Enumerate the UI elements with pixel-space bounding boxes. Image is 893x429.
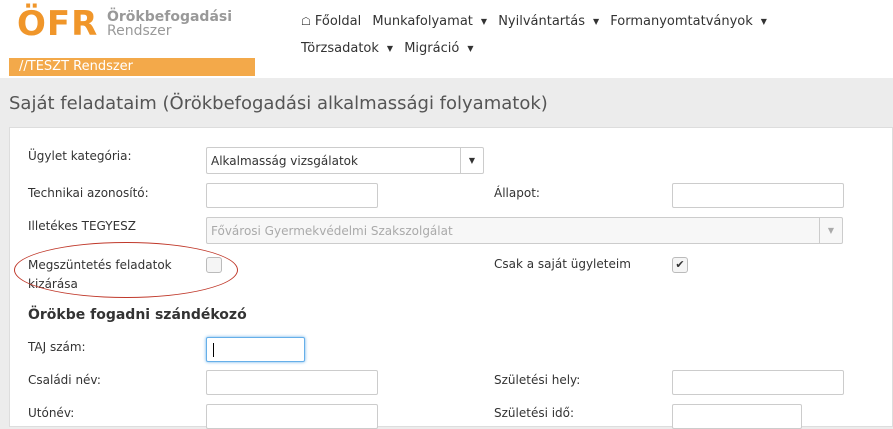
home-icon: ☖	[301, 15, 311, 28]
nav-nyilvantartas[interactable]: Nyilvántartás ▼	[498, 8, 599, 35]
nav-migracio[interactable]: Migráció ▼	[404, 35, 473, 62]
utonev-input[interactable]	[206, 404, 378, 429]
szuletesi-hely-input[interactable]	[672, 370, 844, 395]
nav-formanyomtatvanyok[interactable]: Formanyomtatványok ▼	[610, 8, 767, 35]
sajat-ugyleteim-checkbox[interactable]: ✔	[672, 257, 688, 273]
tegyesz-select: Fővárosi Gyermekvédelmi Szakszolgálat ▼	[206, 217, 843, 244]
nav-torzsadatok[interactable]: Törzsadatok ▼	[301, 35, 393, 62]
utonev-label: Utónév:	[28, 406, 75, 420]
environment-banner: //TESZT Rendszer	[9, 58, 255, 76]
main-nav: ☖ Főoldal Munkafolyamat ▼ Nyilvántartás ▼ F…	[301, 8, 841, 62]
nav-label: Munkafolyamat	[372, 14, 473, 29]
tech-azon-input[interactable]	[206, 183, 378, 208]
sajat-ugyleteim-label: Csak a saját ügyleteim	[494, 257, 631, 271]
top-bar: ÖFR Örökbefogadási Rendszer //TESZT Rend…	[0, 0, 893, 78]
section-title: Örökbe fogadni szándékozó	[28, 307, 247, 323]
csaladi-nev-input[interactable]	[206, 370, 378, 395]
allapot-input[interactable]	[672, 183, 844, 208]
nav-label: Nyilvántartás	[498, 14, 585, 29]
ugylet-select-value: Alkalmasság vizsgálatok	[211, 154, 358, 168]
szuletesi-ido-input[interactable]	[672, 404, 802, 429]
logo-subtitle-2: Rendszer	[107, 23, 172, 39]
nav-munkafolyamat[interactable]: Munkafolyamat ▼	[372, 8, 487, 35]
text-cursor	[213, 343, 214, 357]
nav-home-label: Főoldal	[314, 14, 362, 29]
nav-home[interactable]: ☖ Főoldal	[301, 8, 361, 35]
csaladi-nev-label: Családi név:	[28, 373, 101, 387]
caret-down-icon: ▼	[480, 17, 488, 26]
ugylet-select[interactable]: Alkalmasság vizsgálatok ▼	[206, 147, 484, 174]
page-title: Saját feladataim (Örökbefogadási alkalma…	[9, 93, 548, 114]
caret-down-icon: ▼	[760, 17, 767, 26]
allapot-label: Állapot:	[494, 186, 540, 200]
caret-down-icon: ▼	[467, 44, 474, 53]
nav-label: Formanyomtatványok	[610, 14, 753, 29]
tegyesz-select-value: Fővárosi Gyermekvédelmi Szakszolgálat	[211, 224, 453, 238]
tegyesz-label: Illetékes TEGYESZ	[28, 219, 137, 233]
chevron-down-icon: ▼	[819, 218, 842, 243]
app-logo[interactable]: ÖFR	[17, 4, 98, 44]
szuletesi-ido-label: Születési idő:	[494, 406, 575, 420]
tech-azon-label: Technikai azonosító:	[28, 186, 149, 200]
check-icon: ✔	[675, 258, 685, 271]
szuletesi-hely-label: Születési hely:	[494, 373, 581, 387]
nav-label: Migráció	[404, 41, 460, 56]
caret-down-icon: ▼	[386, 44, 394, 53]
nav-label: Törzsadatok	[301, 41, 379, 56]
caret-down-icon: ▼	[592, 17, 600, 26]
chevron-down-icon[interactable]: ▼	[460, 148, 483, 173]
highlight-annotation	[14, 242, 238, 298]
ugylet-label: Ügylet kategória:	[28, 149, 132, 163]
taj-label: TAJ szám:	[28, 340, 86, 354]
taj-input[interactable]	[206, 337, 305, 362]
